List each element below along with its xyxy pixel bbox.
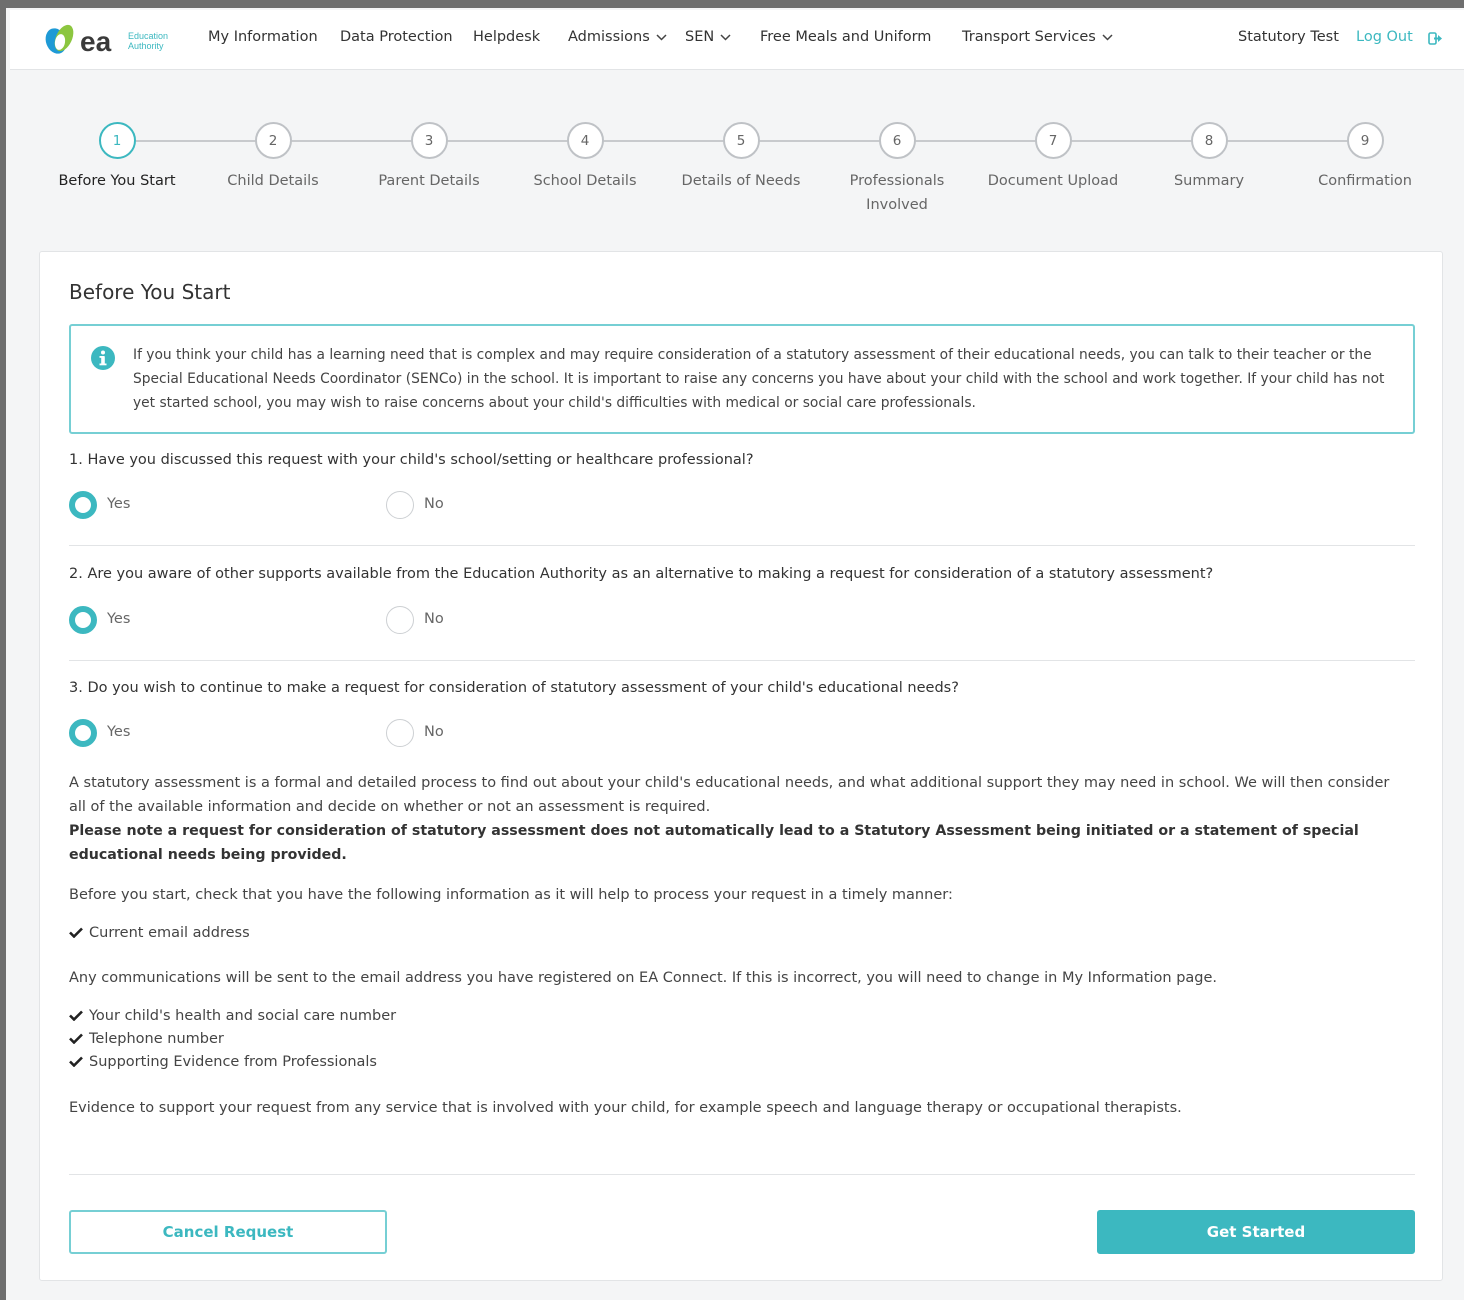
info-icon [91, 346, 115, 370]
step-8-circle: 8 [1190, 122, 1228, 159]
before-start-text: Before you start, check that you have th… [69, 887, 953, 903]
page-title: Before You Start [69, 280, 231, 304]
logout-icon[interactable] [1428, 32, 1444, 45]
nav-sen-label: SEN [685, 29, 715, 45]
question-2: 2. Are you aware of other supports avail… [69, 566, 1214, 582]
step-9-label: Confirmation [1318, 173, 1412, 189]
app-window: ea Education Authority My Information Da… [6, 8, 1464, 1300]
radio-label: No [424, 496, 444, 512]
step-4-label: School Details [533, 173, 637, 189]
step-3: 3 Parent Details [354, 118, 504, 193]
get-started-button[interactable]: Get Started [1097, 1210, 1415, 1254]
checklist-label: Supporting Evidence from Professionals [89, 1054, 377, 1070]
chevron-down-icon [656, 33, 667, 41]
progress-stepper: 1 Before You Start 2 Child Details 3 Par… [6, 118, 1464, 228]
step-9: 9 Confirmation [1290, 118, 1440, 193]
logout-link[interactable]: Log Out [1356, 29, 1413, 45]
radio-ring [386, 719, 414, 747]
radio-ring [386, 606, 414, 634]
radio-label: No [424, 611, 444, 627]
step-3-circle: 3 [410, 122, 448, 159]
checklist-item: Current email address [69, 925, 250, 941]
step-7: 7 Document Upload [978, 118, 1128, 193]
step-2-circle: 2 [254, 122, 292, 159]
step-1-label: Before You Start [58, 173, 176, 189]
divider [69, 660, 1415, 661]
logo-brand: ea [80, 26, 112, 57]
radio-ring [69, 491, 97, 519]
step-6: 6 Professionals Involved [822, 118, 972, 217]
checklist-item: Your child's health and social care numb… [69, 1008, 396, 1024]
checklist-label: Telephone number [89, 1031, 224, 1047]
step-2: 2 Child Details [198, 118, 348, 193]
check-icon [69, 1056, 83, 1067]
assessment-note: Please note a request for consideration … [69, 823, 1359, 863]
logo-tagline-1: Education [128, 31, 168, 41]
nav-sen[interactable]: SEN [685, 29, 731, 45]
step-6-circle: 6 [878, 122, 916, 159]
nav-my-information[interactable]: My Information [208, 29, 318, 45]
step-7-circle: 7 [1034, 122, 1072, 159]
radio-ring [69, 719, 97, 747]
radio-ring [69, 606, 97, 634]
before-you-start-card: Before You Start If you think your child… [39, 251, 1443, 1281]
step-1-circle: 1 [98, 122, 136, 159]
info-text: If you think your child has a learning n… [133, 347, 1385, 411]
step-6-label: Professionals Involved [849, 173, 945, 213]
checklist-item: Supporting Evidence from Professionals [69, 1054, 377, 1070]
chevron-down-icon [720, 33, 731, 41]
chevron-down-icon [1102, 33, 1113, 41]
divider [69, 545, 1415, 546]
checklist-label: Your child's health and social care numb… [89, 1008, 397, 1024]
divider [69, 1174, 1415, 1175]
step-3-label: Parent Details [378, 173, 480, 189]
nav-helpdesk[interactable]: Helpdesk [473, 29, 540, 45]
step-7-label: Document Upload [987, 173, 1119, 189]
nav-transport[interactable]: Transport Services [962, 29, 1113, 45]
q3-yes-radio[interactable]: Yes [69, 719, 149, 747]
question-3: 3. Do you wish to continue to make a req… [69, 680, 959, 696]
check-icon [69, 1010, 83, 1021]
radio-label: Yes [107, 724, 131, 740]
top-navbar: ea Education Authority My Information Da… [10, 10, 1464, 70]
radio-label: Yes [107, 496, 131, 512]
step-9-circle: 9 [1346, 122, 1384, 159]
step-5-circle: 5 [722, 122, 760, 159]
checklist-label: Current email address [89, 925, 250, 941]
q2-no-radio[interactable]: No [386, 606, 466, 634]
info-alert: If you think your child has a learning n… [69, 324, 1415, 434]
q3-no-radio[interactable]: No [386, 719, 466, 747]
cancel-request-button[interactable]: Cancel Request [69, 1210, 387, 1254]
step-5: 5 Details of Needs [666, 118, 816, 193]
communications-text: Any communications will be sent to the e… [69, 970, 1218, 986]
step-5-label: Details of Needs [681, 173, 801, 189]
nav-free-meals[interactable]: Free Meals and Uniform [760, 29, 931, 45]
radio-label: Yes [107, 611, 131, 627]
step-1: 1 Before You Start [42, 118, 192, 193]
step-4-circle: 4 [566, 122, 604, 159]
nav-data-protection[interactable]: Data Protection [340, 29, 453, 45]
radio-label: No [424, 724, 444, 740]
logo-tagline-2: Authority [128, 41, 164, 51]
nav-transport-label: Transport Services [962, 29, 1096, 45]
ea-logo-icon: ea Education Authority [45, 24, 168, 57]
question-1: 1. Have you discussed this request with … [69, 452, 754, 468]
assessment-description: A statutory assessment is a formal and d… [69, 775, 1390, 815]
check-icon [69, 1033, 83, 1044]
ea-logo[interactable]: ea Education Authority [42, 20, 182, 60]
q2-yes-radio[interactable]: Yes [69, 606, 149, 634]
radio-ring [386, 491, 414, 519]
step-4: 4 School Details [510, 118, 660, 193]
q1-no-radio[interactable]: No [386, 491, 466, 519]
evidence-text: Evidence to support your request from an… [69, 1100, 1182, 1116]
nav-admissions[interactable]: Admissions [568, 29, 667, 45]
step-8: 8 Summary [1134, 118, 1284, 193]
check-icon [69, 927, 83, 938]
checklist-item: Telephone number [69, 1031, 224, 1047]
user-name: Statutory Test [1238, 29, 1339, 45]
step-2-label: Child Details [227, 173, 319, 189]
step-8-label: Summary [1173, 173, 1245, 189]
nav-admissions-label: Admissions [568, 29, 650, 45]
q1-yes-radio[interactable]: Yes [69, 491, 149, 519]
